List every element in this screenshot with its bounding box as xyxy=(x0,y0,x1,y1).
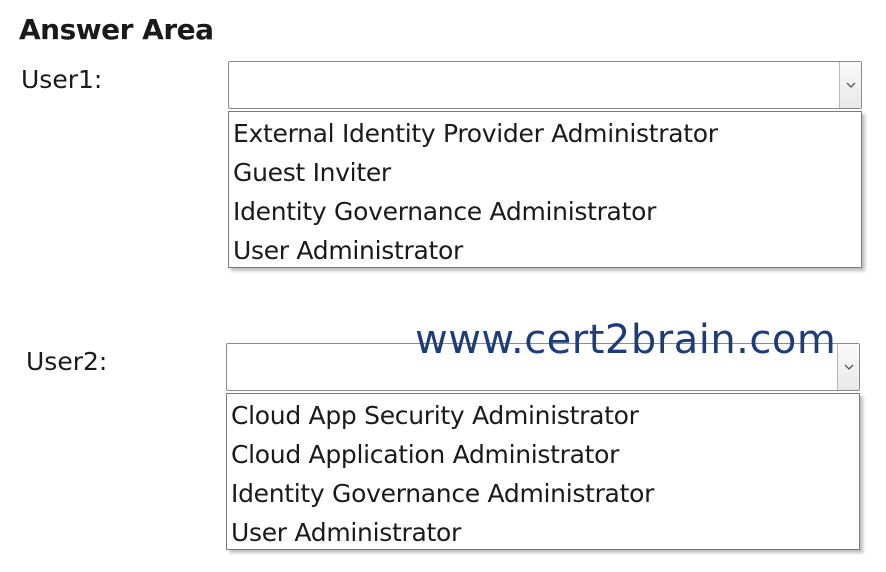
answer-area-heading: Answer Area xyxy=(19,13,214,46)
user1-label: User1: xyxy=(21,65,103,94)
user1-option[interactable]: Guest Inviter xyxy=(229,153,861,192)
user2-option[interactable]: Cloud Application Administrator xyxy=(227,435,859,474)
user1-option[interactable]: User Administrator xyxy=(229,231,861,270)
user1-option[interactable]: Identity Governance Administrator xyxy=(229,192,861,231)
user1-option[interactable]: External Identity Provider Administrator xyxy=(229,114,861,153)
chevron-down-icon xyxy=(846,82,855,88)
user1-dropdown[interactable] xyxy=(228,61,862,109)
user2-option-list: Cloud App Security Administrator Cloud A… xyxy=(226,393,860,550)
user1-option-list: External Identity Provider Administrator… xyxy=(228,111,862,268)
user2-label: User2: xyxy=(26,347,108,376)
user1-dropdown-button[interactable] xyxy=(839,62,861,108)
user2-option[interactable]: User Administrator xyxy=(227,513,859,552)
user2-dropdown-button[interactable] xyxy=(837,344,859,390)
watermark-text: www.cert2brain.com xyxy=(415,317,837,363)
chevron-down-icon xyxy=(844,364,853,370)
user2-option[interactable]: Identity Governance Administrator xyxy=(227,474,859,513)
user2-option[interactable]: Cloud App Security Administrator xyxy=(227,396,859,435)
